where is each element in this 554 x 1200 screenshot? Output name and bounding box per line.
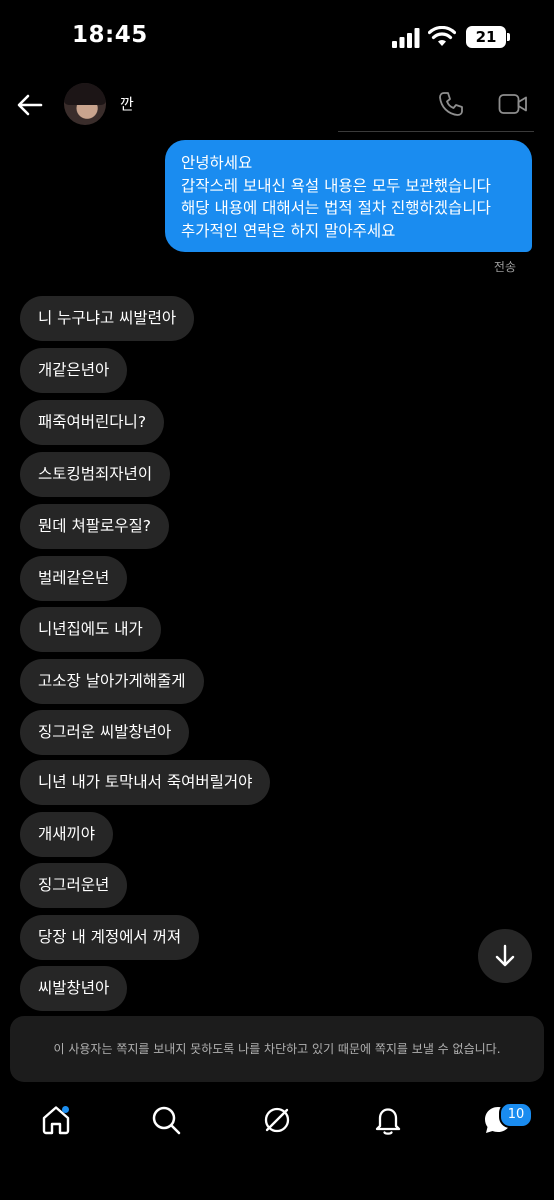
incoming-message[interactable]: 스토킹범죄자년이	[20, 452, 171, 497]
battery-nub	[507, 33, 510, 41]
message-line: 해당 내용에 대해서는 법적 절차 진행하겠습니다	[181, 199, 491, 217]
incoming-message[interactable]: 개같은년아	[20, 348, 128, 393]
chat-username[interactable]: 깐	[120, 93, 134, 114]
tab-search[interactable]	[150, 1104, 182, 1136]
incoming-message[interactable]: 니년 내가 토막내서 죽여버릴거야	[20, 760, 271, 805]
blocked-notice: 이 사용자는 쪽지를 보내지 못하도록 나를 차단하고 있기 때문에 쪽지를 보…	[10, 1016, 544, 1082]
back-arrow-icon[interactable]	[16, 91, 44, 119]
compass-icon	[264, 1107, 290, 1133]
tab-notifications[interactable]	[372, 1104, 404, 1136]
message-line: 추가적인 연락은 하지 말아주세요	[181, 221, 396, 240]
search-icon	[152, 1106, 181, 1135]
divider	[338, 131, 534, 132]
incoming-message[interactable]: 개새끼야	[20, 812, 114, 857]
message-line: 갑작스레 보내신 욕설 내용은 모두 보관했습니다	[181, 176, 491, 195]
incoming-message[interactable]: 당장 내 계정에서 꺼져	[20, 915, 200, 960]
status-bar: 18:45 21	[0, 0, 554, 75]
incoming-message[interactable]: 벌레같은년	[20, 556, 128, 601]
phone-call-icon[interactable]	[438, 91, 464, 117]
message-line: 안녕하세요	[181, 154, 253, 172]
incoming-message[interactable]: 니년집에도 내가	[20, 607, 161, 652]
avatar[interactable]	[64, 83, 106, 125]
incoming-message[interactable]: 징그러운 씨발창년아	[20, 710, 190, 755]
bell-icon	[375, 1108, 401, 1135]
incoming-message[interactable]: 니 누구냐고 씨발련아	[20, 296, 195, 341]
wifi-icon	[428, 26, 456, 46]
incoming-message[interactable]: 뭔데 쳐팔로우질?	[20, 504, 169, 549]
home-notification-dot	[62, 1106, 69, 1113]
bottom-tab-bar	[0, 1090, 554, 1160]
outgoing-message-bubble[interactable]: 안녕하세요 갑작스레 보내신 욕설 내용은 모두 보관했습니다 해당 내용에 대…	[165, 140, 532, 252]
incoming-message[interactable]: 징그러운년	[20, 863, 128, 908]
status-time: 18:45	[72, 22, 148, 48]
incoming-message[interactable]: 패죽여버린다니?	[20, 400, 165, 445]
chat-header: 깐	[0, 75, 554, 135]
scroll-to-bottom-button[interactable]	[478, 929, 532, 983]
incoming-message[interactable]: 고소장 날아가게해줄게	[20, 659, 204, 704]
tab-explore[interactable]	[261, 1104, 293, 1136]
arrow-down-icon	[495, 944, 515, 967]
sent-status: 전송	[493, 260, 516, 274]
battery-level: 21	[475, 28, 497, 46]
video-call-icon[interactable]	[498, 93, 528, 115]
incoming-message[interactable]: 씨발창년아	[20, 966, 128, 1011]
battery-icon: 21	[466, 26, 506, 48]
messages-badge: 10	[499, 1102, 533, 1128]
cellular-signal-icon	[392, 28, 420, 48]
